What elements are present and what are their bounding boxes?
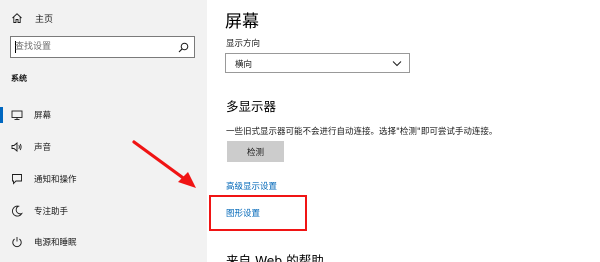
- chevron-down-icon: [392, 61, 402, 67]
- speaker-icon: [11, 141, 23, 153]
- monitor-icon: [11, 109, 23, 121]
- annotation-highlight-box: [209, 195, 307, 231]
- power-icon: [11, 236, 23, 248]
- orientation-dropdown[interactable]: 横向: [225, 53, 410, 73]
- sidebar-item-focus-assist[interactable]: 专注助手: [0, 202, 207, 220]
- sidebar-item-label: 电源和睡眠: [34, 238, 77, 248]
- sidebar-item-label: 屏幕: [34, 111, 52, 121]
- home-link[interactable]: 主页: [11, 10, 53, 26]
- page-title: 屏幕: [225, 12, 259, 32]
- annotation-arrow-icon: [132, 140, 196, 188]
- section-label-system: 系统: [11, 74, 27, 83]
- orientation-label: 显示方向: [226, 39, 261, 49]
- home-label: 主页: [35, 14, 54, 25]
- sidebar-item-label: 声音: [34, 143, 52, 153]
- web-help-heading: 来自 Web 的帮助: [226, 253, 324, 262]
- sidebar-item-label: 通知和操作: [34, 175, 77, 185]
- multi-display-description: 一些旧式显示器可能不会进行自动连接。选择"检测"即可尝试手动连接。: [226, 127, 498, 137]
- search-box[interactable]: [10, 36, 195, 58]
- sidebar-item-power-sleep[interactable]: 电源和睡眠: [0, 233, 207, 251]
- search-input[interactable]: [15, 40, 165, 54]
- notification-icon: [11, 173, 23, 185]
- orientation-value: 横向: [235, 60, 253, 70]
- sidebar: 主页 系统 屏幕 声音 通知和操作 专注助手: [0, 0, 207, 262]
- sidebar-item-display[interactable]: 屏幕: [0, 106, 207, 124]
- detect-button[interactable]: 检测: [227, 141, 284, 162]
- sidebar-item-label: 专注助手: [34, 207, 69, 217]
- home-icon: [12, 13, 22, 23]
- moon-icon: [11, 205, 23, 217]
- multi-display-heading: 多显示器: [226, 99, 277, 114]
- advanced-display-settings-link[interactable]: 高级显示设置: [226, 180, 277, 192]
- search-icon[interactable]: [178, 42, 189, 53]
